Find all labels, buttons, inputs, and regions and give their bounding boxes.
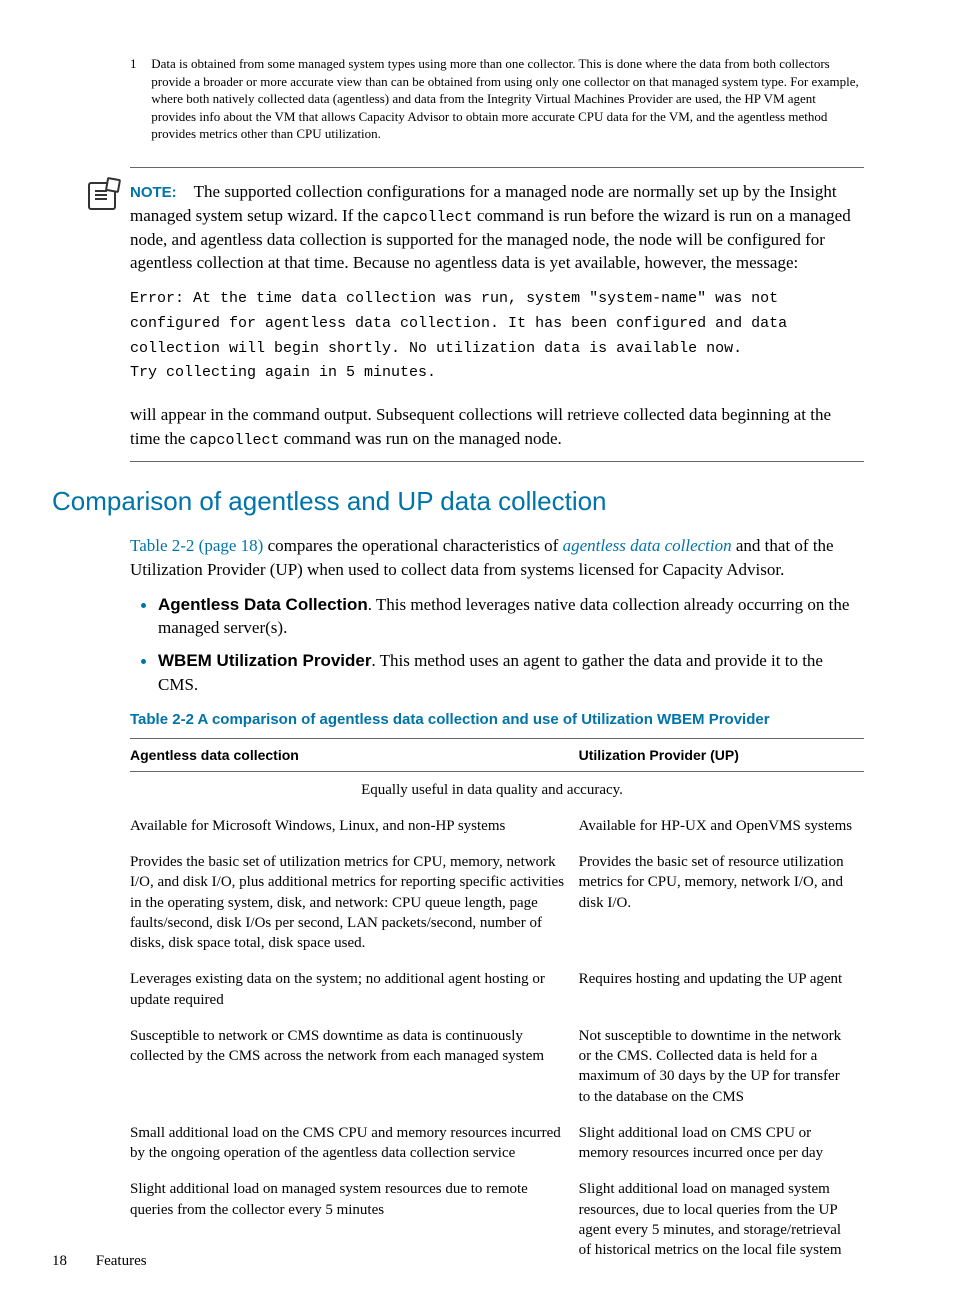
page-footer: 18 Features: [52, 1253, 147, 1270]
footer-section: Features: [96, 1253, 147, 1269]
table-header: Utilization Provider (UP): [579, 738, 864, 771]
table-row: Equally useful in data quality and accur…: [130, 771, 864, 808]
table-cell: Slight additional load on managed system…: [579, 1171, 864, 1268]
table-title: Table 2-2 A comparison of agentless data…: [130, 711, 864, 728]
footnote-text: Data is obtained from some managed syste…: [151, 55, 863, 143]
comparison-table: Agentless data collection Utilization Pr…: [130, 738, 864, 1269]
table-cell: Available for HP-UX and OpenVMS systems: [579, 808, 864, 844]
table-header: Agentless data collection: [130, 738, 579, 771]
intro-text-b: compares the operational characteristics…: [263, 536, 562, 555]
bullet-list: Agentless Data Collection. This method l…: [130, 592, 864, 697]
inline-code: capcollect: [189, 432, 279, 449]
note-paragraph-2: will appear in the command output. Subse…: [130, 403, 864, 451]
table-cell: Available for Microsoft Windows, Linux, …: [130, 808, 579, 844]
table-cell: Provides the basic set of utilization me…: [130, 844, 579, 961]
note-block: NOTE: The supported collection configura…: [130, 180, 864, 275]
note-icon: [88, 182, 116, 210]
table-cell-span: Equally useful in data quality and accur…: [130, 771, 864, 808]
note-label: NOTE:: [130, 184, 177, 201]
inline-code: capcollect: [383, 209, 473, 226]
footnote: 1 Data is obtained from some managed sys…: [130, 55, 864, 143]
table-ref-link[interactable]: Table 2-2 (page 18): [130, 536, 263, 555]
table-cell: Slight additional load on managed system…: [130, 1171, 579, 1268]
table-row: Provides the basic set of utilization me…: [130, 844, 864, 961]
divider: [130, 167, 864, 168]
table-row: Leverages existing data on the system; n…: [130, 961, 864, 1018]
table-cell: Not susceptible to downtime in the netwo…: [579, 1018, 864, 1115]
table-row: Slight additional load on managed system…: [130, 1171, 864, 1268]
divider: [130, 461, 864, 462]
code-block: Error: At the time data collection was r…: [130, 287, 864, 386]
table-cell: Slight additional load on CMS CPU or mem…: [579, 1115, 864, 1172]
note-text-2b: command was run on the managed node.: [280, 429, 562, 448]
bullet-strong: WBEM Utilization Provider: [158, 651, 371, 670]
page-number: 18: [52, 1253, 92, 1270]
table-row: Available for Microsoft Windows, Linux, …: [130, 808, 864, 844]
list-item: Agentless Data Collection. This method l…: [158, 592, 864, 641]
table-cell: Requires hosting and updating the UP age…: [579, 961, 864, 1018]
note-paragraph-1: NOTE: The supported collection configura…: [130, 180, 864, 275]
footnote-number: 1: [130, 55, 148, 73]
list-item: WBEM Utilization Provider. This method u…: [158, 648, 864, 697]
table-row: Susceptible to network or CMS downtime a…: [130, 1018, 864, 1115]
table-cell: Small additional load on the CMS CPU and…: [130, 1115, 579, 1172]
section-heading: Comparison of agentless and UP data coll…: [52, 486, 864, 517]
intro-paragraph: Table 2-2 (page 18) compares the operati…: [130, 534, 864, 582]
table-cell: Provides the basic set of resource utili…: [579, 844, 864, 961]
table-row: Small additional load on the CMS CPU and…: [130, 1115, 864, 1172]
table-cell: Susceptible to network or CMS downtime a…: [130, 1018, 579, 1115]
table-cell: Leverages existing data on the system; n…: [130, 961, 579, 1018]
glossary-link[interactable]: agentless data collection: [563, 536, 732, 555]
bullet-strong: Agentless Data Collection: [158, 595, 368, 614]
